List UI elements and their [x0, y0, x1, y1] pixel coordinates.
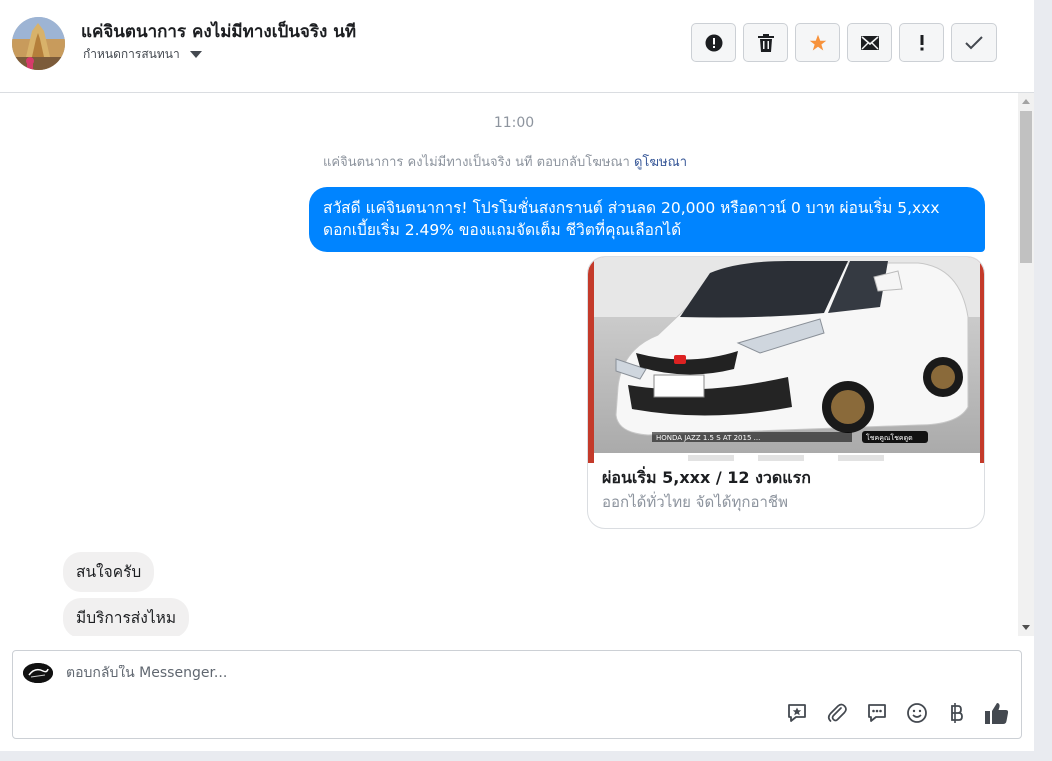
scroll-up-arrow-icon[interactable]: [1022, 99, 1030, 104]
thread-scrollbar[interactable]: [1018, 93, 1034, 636]
attachment-button[interactable]: [825, 701, 849, 725]
trash-icon: [757, 33, 774, 52]
ad-reply-notice: แค่จินตนาการ คงไม่มีทางเป็นจริง นที ตอบก…: [0, 151, 1010, 172]
outgoing-message: สวัสดี แค่จินตนาการ! โปรโมชั่นสงกรานต์ ส…: [309, 187, 985, 252]
conversation-panel: แค่จินตนาการ คงไม่มีทางเป็นจริง นที กำหน…: [0, 0, 1034, 761]
caret-down-icon: [189, 51, 202, 58]
reply-input[interactable]: [66, 665, 766, 681]
like-button[interactable]: [985, 701, 1009, 725]
incoming-message: มีบริการส่งไหม: [63, 598, 190, 636]
ad-card[interactable]: HONDA JAZZ 1.5 S AT 2015 ... โชคคูณโชคดู…: [587, 256, 985, 529]
delete-button[interactable]: [743, 23, 788, 62]
ad-subtitle: ออกได้ทั่วไทย จัดได้ทุกอาชีพ: [602, 493, 788, 511]
exclamation-icon: [920, 34, 923, 50]
envelope-icon: [860, 35, 879, 50]
timestamp-separator: 11:00: [493, 115, 535, 131]
assign-label: กำหนดการสนทนา: [83, 47, 180, 61]
emoji-button[interactable]: [905, 701, 929, 725]
composer-tools: [785, 701, 1009, 725]
contact-name[interactable]: แค่จินตนาการ คงไม่มีทางเป็นจริง นที: [81, 18, 356, 45]
quick-reply-button[interactable]: [865, 701, 889, 725]
star-icon: [809, 34, 826, 50]
spam-button[interactable]: [691, 23, 736, 62]
ad-title: ผ่อนเริ่ม 5,xxx / 12 งวดแรก: [602, 468, 811, 487]
scroll-thumb[interactable]: [1020, 111, 1032, 263]
window-bottom-edge: [0, 751, 1034, 761]
saved-reply-button[interactable]: [785, 701, 809, 725]
ad-image-caption: HONDA JAZZ 1.5 S AT 2015 ...: [656, 434, 760, 442]
ad-image: HONDA JAZZ 1.5 S AT 2015 ... โชคคูณโชคดู…: [588, 257, 984, 463]
done-button[interactable]: [951, 23, 997, 62]
ad-reply-text: แค่จินตนาการ คงไม่มีทางเป็นจริง นที ตอบก…: [323, 155, 630, 170]
important-button[interactable]: [899, 23, 944, 62]
checkmark-icon: [965, 35, 983, 49]
conversation-actions: [691, 23, 997, 62]
ad-image-tag: โชคคูณโชคดูด: [866, 433, 913, 442]
emoji-icon: [907, 703, 927, 723]
thumbs-up-icon: [985, 703, 1009, 724]
view-ad-link[interactable]: ดูโฆษณา: [634, 155, 687, 170]
message-thread[interactable]: 11:00 แค่จินตนาการ คงไม่มีทางเป็นจริง นท…: [0, 93, 1018, 636]
payment-button[interactable]: [945, 701, 969, 725]
page-avatar: [23, 663, 53, 683]
reply-composer: [12, 650, 1022, 739]
alert-circle-icon: [705, 34, 722, 51]
contact-avatar[interactable]: [12, 17, 65, 70]
star-button[interactable]: [795, 23, 840, 62]
saved-reply-icon: [788, 704, 806, 722]
assign-conversation-dropdown[interactable]: กำหนดการสนทนา: [83, 45, 202, 64]
incoming-message: สนใจครับ: [63, 552, 155, 592]
baht-icon: [951, 703, 963, 723]
quick-reply-icon: [868, 704, 886, 722]
conversation-header: แค่จินตนาการ คงไม่มีทางเป็นจริง นที กำหน…: [0, 0, 1034, 93]
mark-unread-button[interactable]: [847, 23, 892, 62]
scroll-down-arrow-icon[interactable]: [1022, 625, 1030, 630]
attachment-icon: [827, 703, 847, 722]
